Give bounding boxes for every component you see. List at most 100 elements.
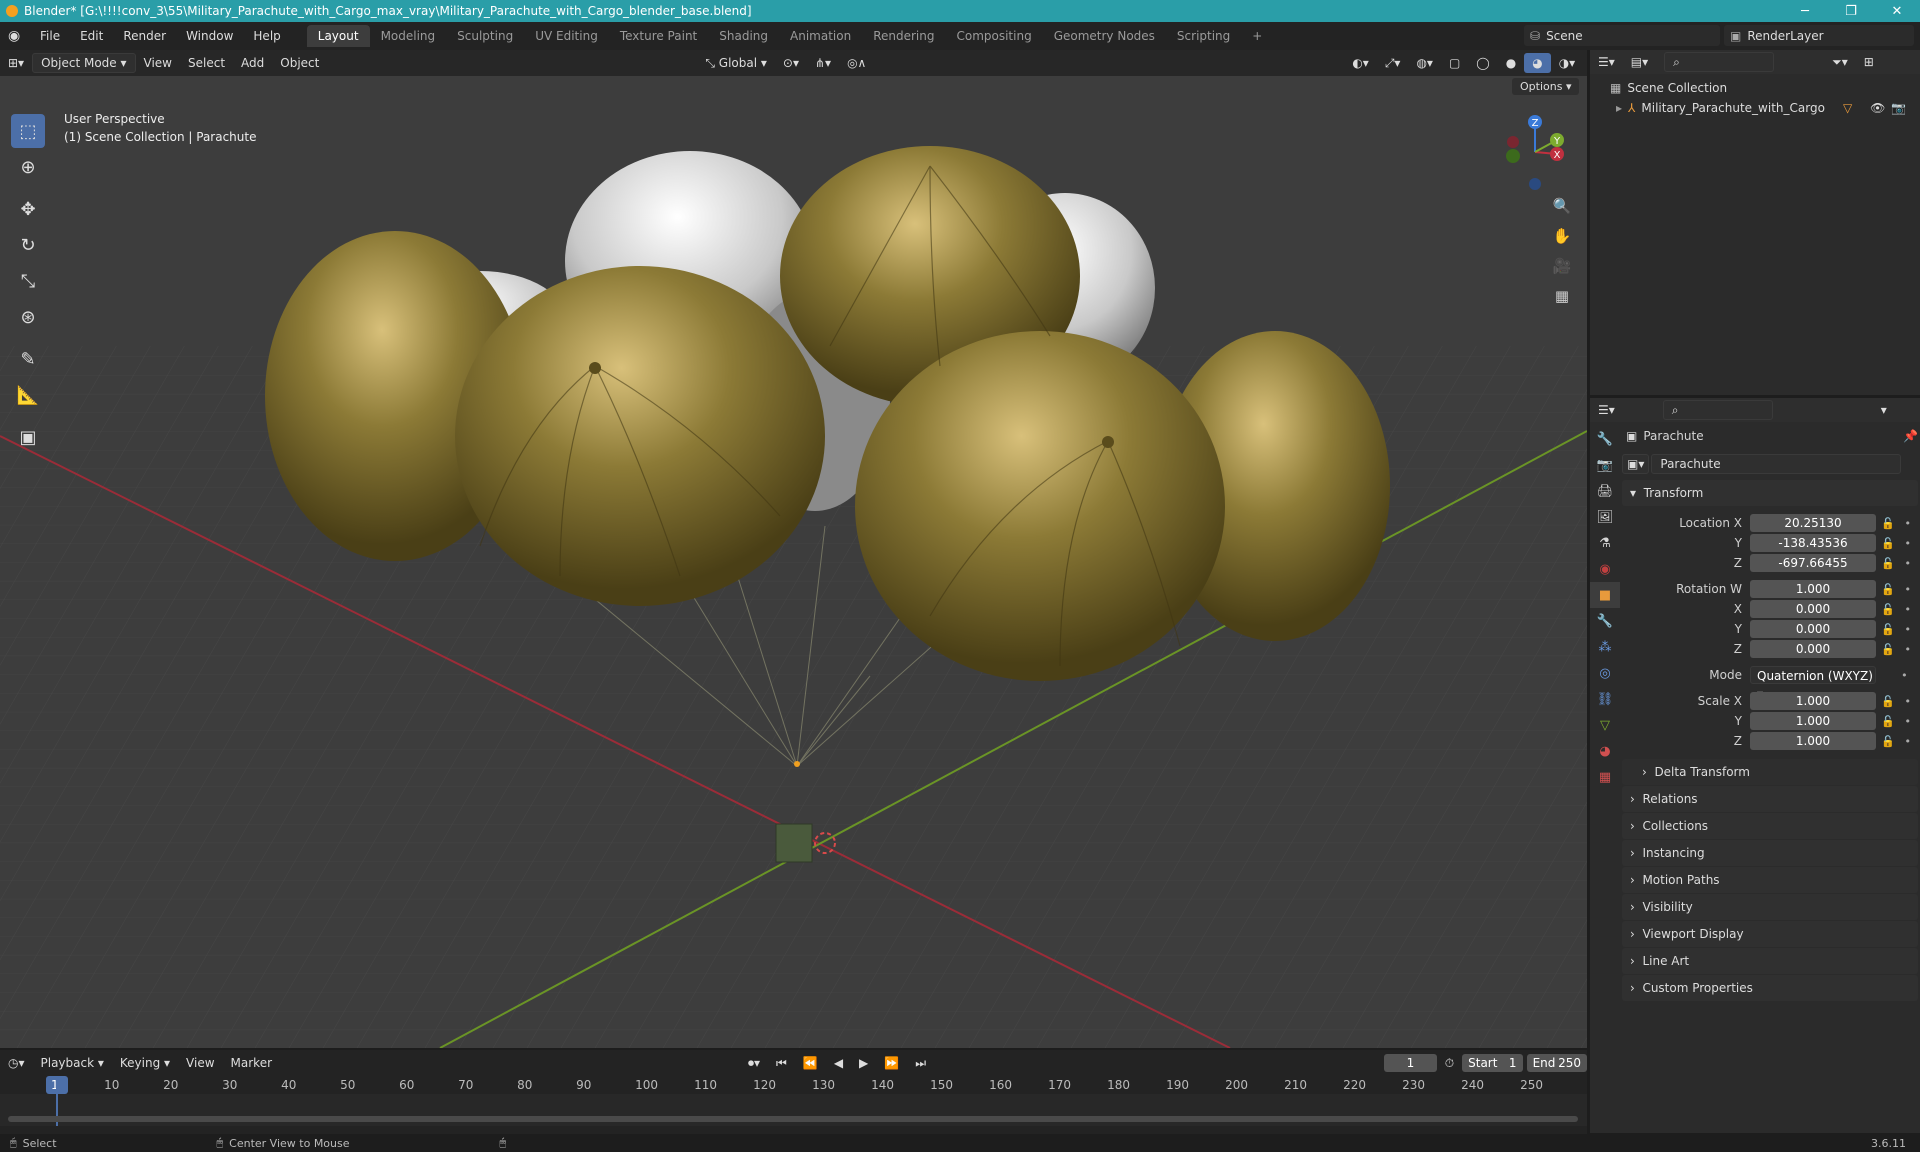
add-menu[interactable]: Add	[233, 53, 272, 73]
jump-start-icon[interactable]: ⏮	[768, 1053, 795, 1073]
move-tool-icon[interactable]: ✥	[11, 192, 45, 226]
timeline-view-menu[interactable]: View	[178, 1053, 222, 1073]
scene-selector[interactable]: ⛁ Scene	[1524, 25, 1720, 46]
rotate-tool-icon[interactable]: ↻	[11, 228, 45, 262]
keyframe-dot-icon[interactable]: •	[1905, 735, 1912, 748]
transform-tool-icon[interactable]: ⊛	[11, 300, 45, 334]
jump-end-icon[interactable]: ⏭	[907, 1053, 934, 1073]
measure-tool-icon[interactable]: 📐	[11, 378, 45, 412]
tab-layout[interactable]: Layout	[306, 25, 370, 47]
lock-icon[interactable]: 🔓	[1881, 557, 1895, 570]
constraints-tab-icon[interactable]: ⛓	[1590, 686, 1620, 712]
object-tab-icon[interactable]: ■	[1590, 582, 1620, 608]
keyframe-dot-icon[interactable]: •	[1905, 557, 1912, 570]
gizmo-neg-y-icon[interactable]	[1506, 149, 1520, 163]
outliner-display-mode-icon[interactable]: ▤▾	[1623, 52, 1656, 72]
lock-icon[interactable]: 🔓	[1881, 583, 1895, 596]
play-reverse-icon[interactable]: ◀	[826, 1053, 851, 1073]
editor-type-icon[interactable]: ⊞▾	[0, 53, 32, 73]
view-layer-tab-icon[interactable]: 🖼	[1590, 504, 1620, 530]
keyframe-dot-icon[interactable]: •	[1905, 715, 1912, 728]
location-x-field[interactable]: 20.25130	[1750, 514, 1876, 532]
current-frame-field[interactable]: 1	[1384, 1054, 1437, 1072]
object-name-field[interactable]: Parachute	[1651, 454, 1902, 474]
relations-panel[interactable]: › Relations	[1622, 786, 1918, 812]
location-y-field[interactable]: -138.43536	[1750, 534, 1876, 552]
proportional-edit-icon[interactable]: ◎∧	[839, 53, 874, 73]
menu-window[interactable]: Window	[176, 29, 243, 43]
xray-icon[interactable]: ▢	[1441, 53, 1468, 73]
playback-menu[interactable]: Playback ▾	[33, 1053, 112, 1073]
snap-icon[interactable]: ⋔▾	[807, 53, 839, 73]
tab-compositing[interactable]: Compositing	[945, 25, 1042, 47]
object-data-icon[interactable]: ▽	[1843, 101, 1852, 115]
start-frame-field[interactable]: Start 1	[1462, 1054, 1523, 1072]
tab-sculpting[interactable]: Sculpting	[446, 25, 524, 47]
material-tab-icon[interactable]: ◕	[1590, 738, 1620, 764]
outliner-row-scene-collection[interactable]: ▦ Scene Collection	[1590, 78, 1920, 98]
output-tab-icon[interactable]: 🖨	[1590, 478, 1620, 504]
maximize-button[interactable]: ❐	[1828, 0, 1874, 22]
camera-view-icon[interactable]: 🎥	[1548, 252, 1576, 280]
menu-edit[interactable]: Edit	[70, 29, 113, 43]
expand-arrow-icon[interactable]: ▸	[1616, 101, 1622, 115]
orientation-dropdown[interactable]: ⤡ Global ▾	[697, 53, 775, 73]
next-keyframe-icon[interactable]: ⏩	[876, 1053, 907, 1073]
gizmo-neg-z-icon[interactable]	[1529, 178, 1541, 190]
render-layer-selector[interactable]: ▣ RenderLayer	[1724, 25, 1914, 46]
ortho-grid-icon[interactable]: ▦	[1548, 282, 1576, 310]
tool-tab-icon[interactable]: 🔧	[1590, 426, 1620, 452]
render-camera-icon[interactable]: 📷	[1891, 101, 1906, 115]
pivot-icon[interactable]: ⊙▾	[775, 53, 807, 73]
options-button[interactable]: Options ▾	[1512, 78, 1580, 95]
delta-transform-panel[interactable]: › Delta Transform	[1622, 759, 1918, 785]
properties-editor-type-icon[interactable]: ☰▾	[1590, 400, 1623, 420]
instancing-panel[interactable]: › Instancing	[1622, 840, 1918, 866]
mode-dropdown[interactable]: Object Mode ▾	[32, 53, 136, 73]
close-button[interactable]: ✕	[1874, 0, 1920, 22]
outliner-editor-type-icon[interactable]: ☰▾	[1590, 52, 1623, 72]
record-icon[interactable]: ⏺▾	[740, 1053, 768, 1073]
properties-search-input[interactable]: ⌕	[1662, 400, 1773, 420]
outliner-filter-icon[interactable]: ⏷▾	[1824, 52, 1856, 72]
keyframe-dot-icon[interactable]: •	[1905, 537, 1912, 550]
rotation-z-field[interactable]: 0.000	[1750, 640, 1876, 658]
lock-icon[interactable]: 🔓	[1881, 643, 1895, 656]
rotation-mode-dropdown[interactable]: Quaternion (WXYZ) ▾	[1750, 666, 1876, 701]
menu-render[interactable]: Render	[113, 29, 176, 43]
keyframe-dot-icon[interactable]: •	[1901, 669, 1908, 682]
3d-viewport[interactable]: Options ▾ User Perspective (1) Scene Col…	[0, 76, 1587, 1048]
physics-tab-icon[interactable]: ◎	[1590, 660, 1620, 686]
object-data-dropdown[interactable]: ▣▾	[1622, 454, 1650, 474]
transform-panel-header[interactable]: ▾ Transform	[1622, 480, 1918, 506]
blender-menu-icon[interactable]: ◉	[8, 28, 30, 44]
keyframe-dot-icon[interactable]: •	[1905, 603, 1912, 616]
texture-tab-icon[interactable]: ▦	[1590, 764, 1620, 790]
data-tab-icon[interactable]: ▽	[1590, 712, 1620, 738]
keyframe-dot-icon[interactable]: •	[1905, 583, 1912, 596]
annotate-tool-icon[interactable]: ✎	[11, 342, 45, 376]
properties-options-icon[interactable]: ▾	[1873, 400, 1895, 420]
lock-icon[interactable]: 🔓	[1881, 603, 1895, 616]
select-menu[interactable]: Select	[180, 53, 233, 73]
add-cube-tool-icon[interactable]: ▣	[11, 420, 45, 454]
select-box-tool-icon[interactable]: ⬚	[11, 114, 45, 148]
stopwatch-icon[interactable]: ⏱	[1437, 1053, 1462, 1073]
scale-tool-icon[interactable]: ⤡	[11, 264, 45, 298]
lock-icon[interactable]: 🔓	[1881, 623, 1895, 636]
marker-menu[interactable]: Marker	[223, 1053, 280, 1073]
prev-keyframe-icon[interactable]: ⏪	[795, 1053, 826, 1073]
pan-hand-icon[interactable]: ✋	[1548, 222, 1576, 250]
rotation-y-field[interactable]: 0.000	[1750, 620, 1876, 638]
outliner-row-parachute[interactable]: ▸ ⅄ Military_Parachute_with_Cargo ▽ 👁 📷	[1590, 98, 1920, 118]
keying-menu[interactable]: Keying ▾	[112, 1053, 178, 1073]
tab-scripting[interactable]: Scripting	[1166, 25, 1241, 47]
visibility-eye-icon[interactable]: 👁	[1870, 101, 1885, 115]
modifier-tab-icon[interactable]: 🔧	[1590, 608, 1620, 634]
visibility-panel[interactable]: › Visibility	[1622, 894, 1918, 920]
keyframe-dot-icon[interactable]: •	[1905, 643, 1912, 656]
shading-rendered-icon[interactable]: ◑▾	[1551, 53, 1584, 73]
keyframe-dot-icon[interactable]: •	[1905, 623, 1912, 636]
keyframe-dot-icon[interactable]: •	[1905, 695, 1912, 708]
timeline-track[interactable]	[0, 1076, 1587, 1126]
